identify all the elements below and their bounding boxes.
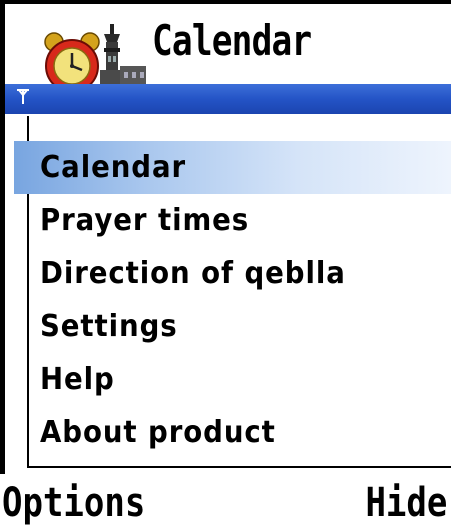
menu-item-calendar[interactable]: Calendar	[14, 141, 451, 194]
menu-item-about-product[interactable]: About product	[14, 406, 451, 459]
antenna-signal-icon	[16, 88, 30, 106]
status-bar	[5, 84, 451, 114]
menu-item-label: Direction of qeblla	[40, 256, 346, 291]
menu-item-help[interactable]: Help	[14, 353, 451, 406]
menu-list: Calendar Prayer times Direction of qebll…	[14, 141, 451, 459]
menu-item-label: Help	[40, 362, 115, 397]
phone-screen: Calendar Calendar Prayer times Direction…	[0, 0, 451, 531]
menu-item-settings[interactable]: Settings	[14, 300, 451, 353]
menu-item-label: About product	[40, 415, 276, 450]
window-title: Calendar	[152, 16, 312, 65]
hide-softkey[interactable]: Hide	[365, 478, 447, 528]
menu-item-label: Prayer times	[40, 203, 250, 238]
menu-item-direction-of-qeblla[interactable]: Direction of qeblla	[14, 247, 451, 300]
softkey-bar: Options Hide	[0, 474, 451, 531]
menu-item-label: Calendar	[40, 150, 187, 185]
options-softkey[interactable]: Options	[2, 478, 145, 528]
menu-item-prayer-times[interactable]: Prayer times	[14, 194, 451, 247]
menu-item-label: Settings	[40, 309, 178, 344]
